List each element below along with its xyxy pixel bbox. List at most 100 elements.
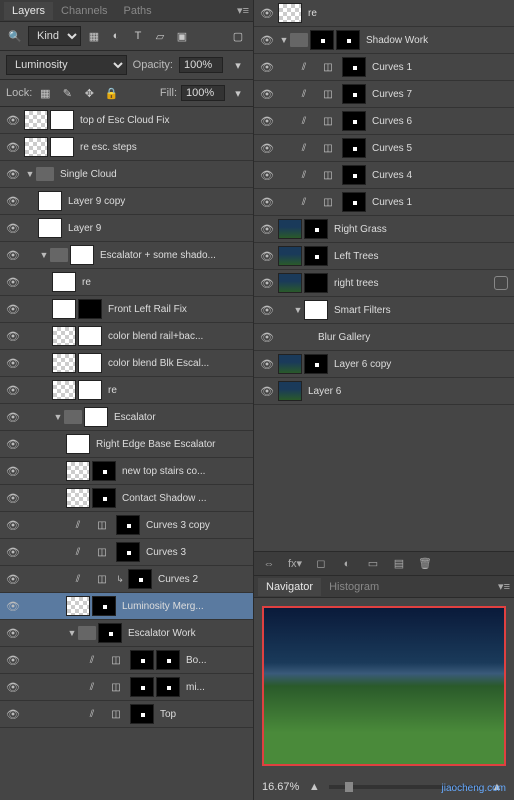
layer-mask-thumbnail[interactable] <box>130 677 154 697</box>
layer-row[interactable]: 👁 color blend rail+bac... <box>0 323 253 350</box>
layer-name[interactable]: Layer 9 copy <box>68 196 251 207</box>
layer-row[interactable]: 👁⫽◫mi... <box>0 674 253 701</box>
layer-row[interactable]: 👁⫽◫Curves 1 <box>254 189 514 216</box>
adjustment-icon[interactable]: ◐ <box>338 555 356 573</box>
visibility-eye-icon[interactable]: 👁 <box>2 627 24 640</box>
layer-row[interactable]: 👁Blur Gallery <box>254 324 514 351</box>
layer-row[interactable]: 👁Front Left Rail Fix <box>0 296 253 323</box>
layer-mask-thumbnail[interactable] <box>304 219 328 239</box>
layer-mask-thumbnail[interactable] <box>70 245 94 265</box>
layer-name[interactable]: Escalator Work <box>128 628 251 639</box>
layer-name[interactable]: Layer 6 copy <box>334 359 512 370</box>
layer-row[interactable]: 👁 Layer 6 copy <box>254 351 514 378</box>
layer-row[interactable]: 👁Left Trees <box>254 243 514 270</box>
visibility-eye-icon[interactable]: 👁 <box>2 276 24 289</box>
opacity-dropdown-icon[interactable]: ▾ <box>229 56 247 74</box>
layer-mask-thumbnail[interactable] <box>50 110 74 130</box>
link-mask-icon[interactable]: ◫ <box>318 165 338 185</box>
layer-thumbnail[interactable] <box>278 219 302 239</box>
visibility-eye-icon[interactable]: 👁 <box>256 196 278 209</box>
visibility-eye-icon[interactable]: 👁 <box>2 249 24 262</box>
layer-row[interactable]: 👁⫽◫Curves 4 <box>254 162 514 189</box>
visibility-eye-icon[interactable]: 👁 <box>2 681 24 694</box>
layer-name[interactable]: Curves 6 <box>372 116 512 127</box>
layer-thumbnail[interactable] <box>52 272 76 292</box>
visibility-eye-icon[interactable]: 👁 <box>2 600 24 613</box>
layer-thumbnail[interactable] <box>66 596 90 616</box>
layer-name[interactable]: Curves 7 <box>372 89 512 100</box>
layer-mask-thumbnail[interactable] <box>336 30 360 50</box>
layer-row[interactable]: 👁color blend Blk Escal... <box>0 350 253 377</box>
filter-toggle-icon[interactable]: ▢ <box>229 27 247 45</box>
layer-thumbnail[interactable] <box>66 434 90 454</box>
link-mask-icon[interactable]: ◫ <box>106 650 126 670</box>
link-mask-icon[interactable]: ◫ <box>106 677 126 697</box>
layer-thumbnail[interactable] <box>278 273 302 293</box>
disclosure-arrow-icon[interactable]: ▼ <box>278 35 290 45</box>
lock-transparency-icon[interactable]: ▦ <box>36 84 54 102</box>
layer-thumbnail[interactable] <box>278 381 302 401</box>
nav-menu-icon[interactable]: ▾≡ <box>498 580 510 593</box>
layer-mask-thumbnail[interactable] <box>130 704 154 724</box>
layer-name[interactable]: re <box>308 8 512 19</box>
layer-thumbnail[interactable] <box>24 137 48 157</box>
layer-name[interactable]: Shadow Work <box>366 35 512 46</box>
layer-name[interactable]: Layer 9 <box>68 223 251 234</box>
layer-row[interactable]: 👁re <box>254 0 514 27</box>
fx-icon[interactable]: fx▾ <box>286 555 304 573</box>
visibility-eye-icon[interactable]: 👁 <box>2 330 24 343</box>
visibility-eye-icon[interactable]: 👁 <box>256 88 278 101</box>
layer-name[interactable]: Left Trees <box>334 251 512 262</box>
visibility-eye-icon[interactable]: 👁 <box>2 141 24 154</box>
layer-name[interactable]: Curves 1 <box>372 62 512 73</box>
layer-row[interactable]: 👁▼Escalator <box>0 404 253 431</box>
zoom-out-icon[interactable]: ▲ <box>305 778 323 796</box>
layer-mask-thumbnail[interactable] <box>78 353 102 373</box>
layer-name[interactable]: Right Edge Base Escalator <box>96 439 251 450</box>
layer-row[interactable]: 👁⫽◫Bo... <box>0 647 253 674</box>
layer-name[interactable]: Curves 2 <box>158 574 251 585</box>
layer-mask-thumbnail[interactable] <box>156 677 180 697</box>
layer-mask-thumbnail[interactable] <box>84 407 108 427</box>
filter-pixel-icon[interactable]: ▦ <box>85 27 103 45</box>
link-mask-icon[interactable]: ◫ <box>92 515 112 535</box>
layer-name[interactable]: Front Left Rail Fix <box>108 304 251 315</box>
fill-dropdown-icon[interactable]: ▾ <box>229 84 247 102</box>
filter-kind-select[interactable]: Kind <box>28 26 81 46</box>
visibility-eye-icon[interactable]: 👁 <box>256 358 278 371</box>
visibility-eye-icon[interactable]: 👁 <box>256 142 278 155</box>
layer-row[interactable]: 👁▼Smart Filters <box>254 297 514 324</box>
layer-mask-thumbnail[interactable] <box>92 488 116 508</box>
visibility-eye-icon[interactable]: 👁 <box>2 708 24 721</box>
layer-mask-thumbnail[interactable] <box>342 165 366 185</box>
zoom-value[interactable]: 16.67% <box>262 781 299 793</box>
navigator-preview[interactable] <box>262 606 506 766</box>
layer-row[interactable]: 👁⫽◫Curves 5 <box>254 135 514 162</box>
layer-name[interactable]: re <box>82 277 251 288</box>
layer-name[interactable]: Bo... <box>186 655 251 666</box>
layer-mask-thumbnail[interactable] <box>92 461 116 481</box>
link-mask-icon[interactable]: ◫ <box>318 138 338 158</box>
visibility-eye-icon[interactable]: 👁 <box>2 168 24 181</box>
layer-row[interactable]: 👁▼Single Cloud <box>0 161 253 188</box>
layer-name[interactable]: re <box>108 385 251 396</box>
visibility-eye-icon[interactable]: 👁 <box>2 546 24 559</box>
visibility-eye-icon[interactable]: 👁 <box>256 385 278 398</box>
layer-name[interactable]: color blend rail+bac... <box>108 331 251 342</box>
layer-mask-thumbnail[interactable] <box>342 138 366 158</box>
link-mask-icon[interactable]: ◫ <box>92 569 112 589</box>
layer-thumbnail[interactable] <box>38 191 62 211</box>
layer-mask-thumbnail[interactable] <box>128 569 152 589</box>
layer-row[interactable]: 👁Right Grass <box>254 216 514 243</box>
layer-name[interactable]: mi... <box>186 682 251 693</box>
layer-mask-thumbnail[interactable] <box>116 542 140 562</box>
layer-row[interactable]: 👁Luminosity Merg... <box>0 593 253 620</box>
trash-icon[interactable]: 🗑 <box>416 555 434 573</box>
layer-mask-thumbnail[interactable] <box>304 273 328 293</box>
layer-name[interactable]: Contact Shadow ... <box>122 493 251 504</box>
disclosure-arrow-icon[interactable]: ▼ <box>292 305 304 315</box>
visibility-eye-icon[interactable]: 👁 <box>256 115 278 128</box>
layer-row[interactable]: 👁re esc. steps <box>0 134 253 161</box>
layer-name[interactable]: Escalator + some shado... <box>100 250 251 261</box>
layer-mask-thumbnail[interactable] <box>92 596 116 616</box>
